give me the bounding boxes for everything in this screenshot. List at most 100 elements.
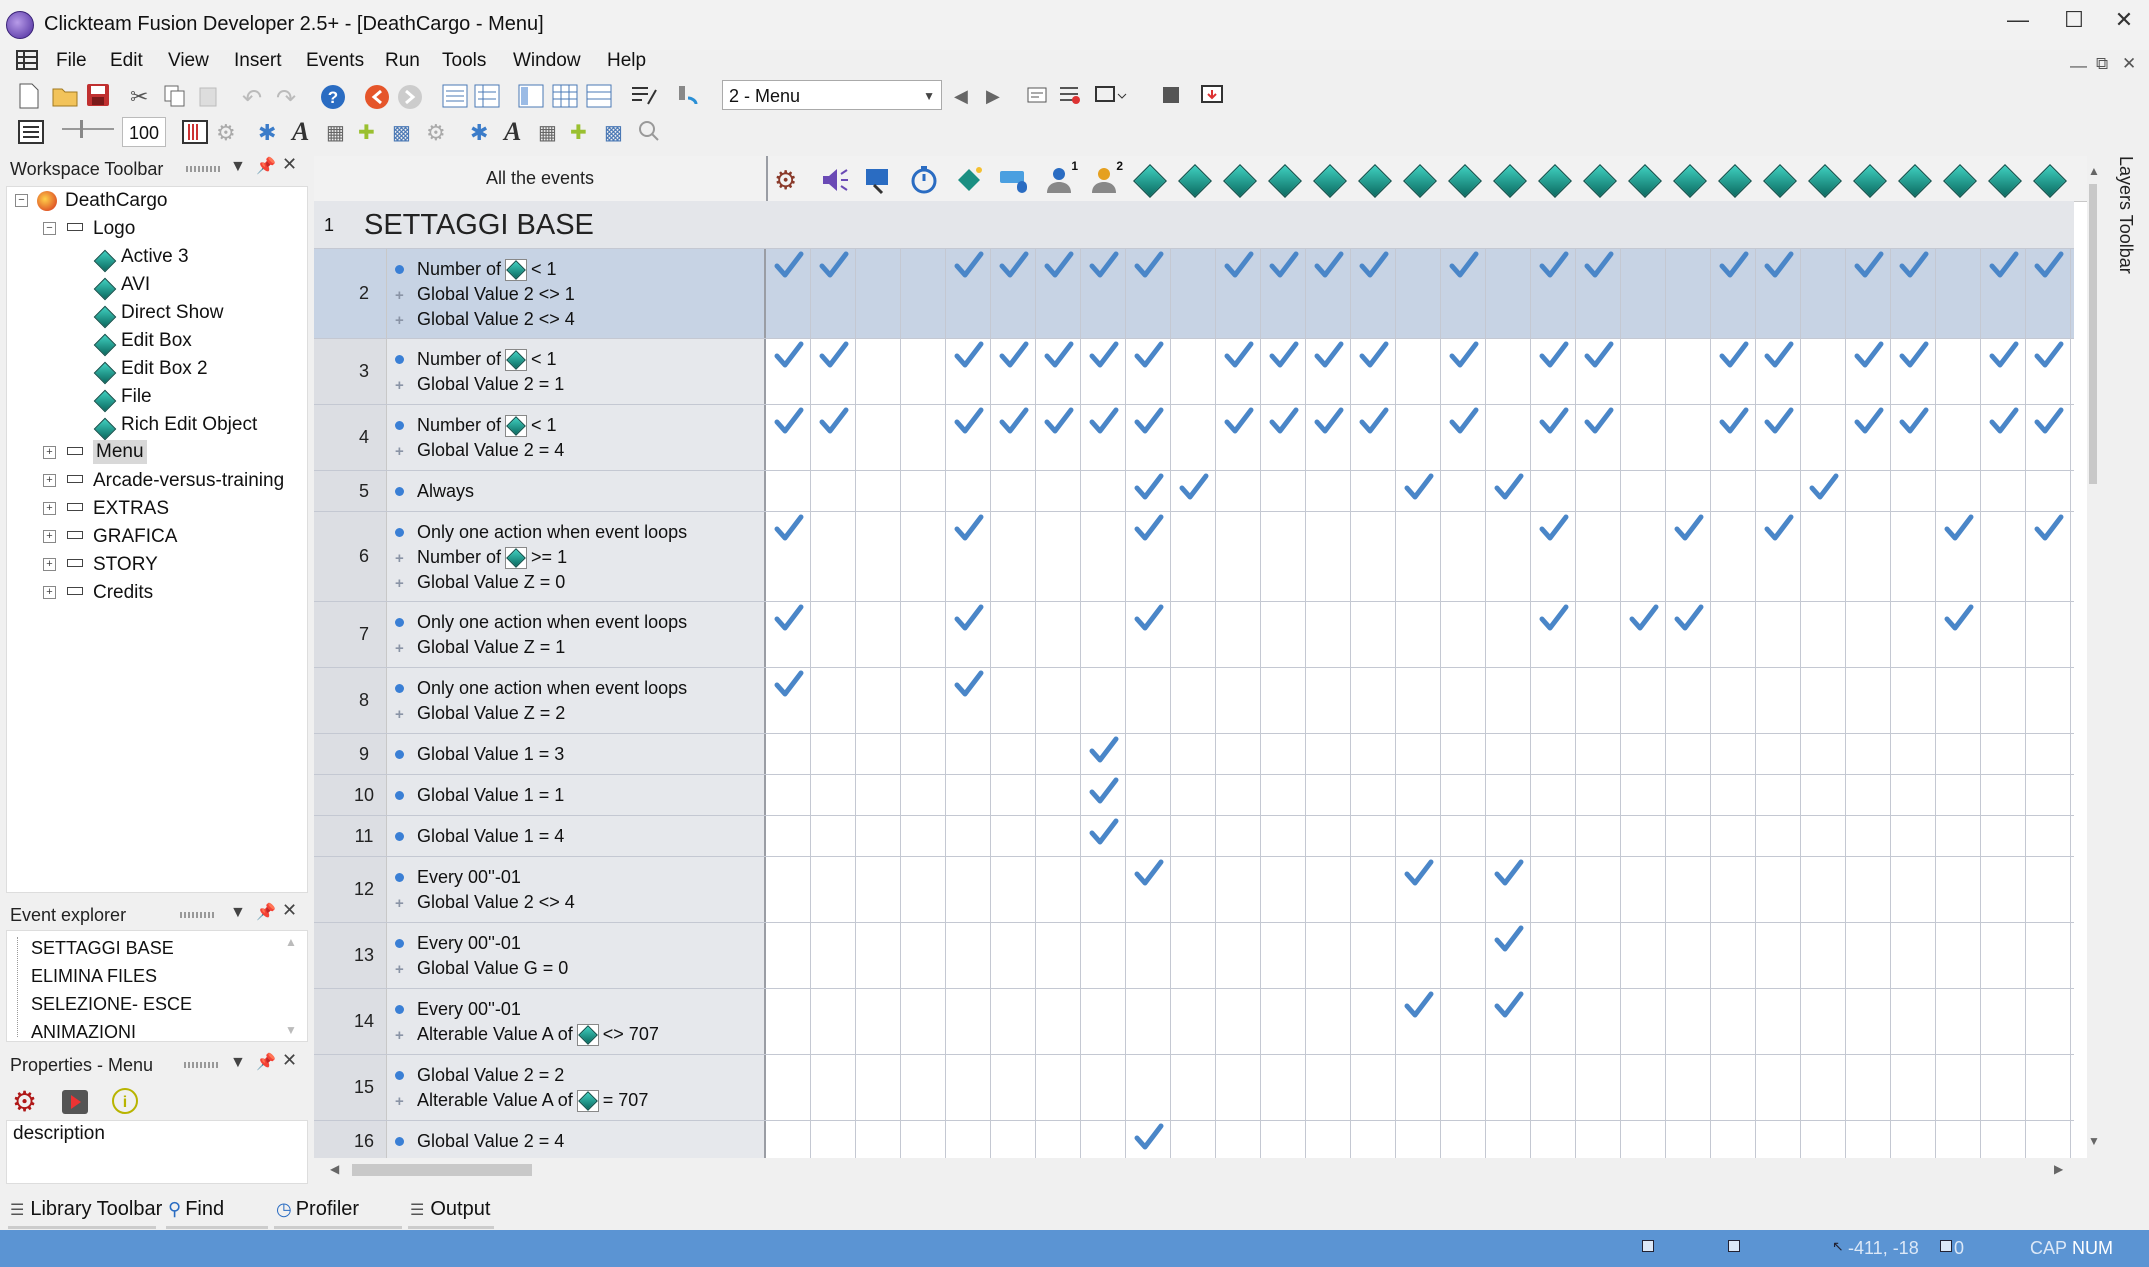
action-cell[interactable] [1261,775,1306,815]
action-cell[interactable] [1081,602,1126,667]
active-object-column-icon[interactable] [1493,164,1527,198]
active-object-column-icon[interactable] [1943,164,1977,198]
active-object-column-icon[interactable] [1178,164,1212,198]
action-cell[interactable] [1486,816,1531,856]
action-cell[interactable] [1846,923,1891,988]
action-cell[interactable] [1216,339,1261,404]
condition[interactable]: + Global Value 2 <> 4 [395,307,575,332]
condition[interactable]: Global Value 1 = 3 [395,742,564,767]
action-cell[interactable] [1396,989,1441,1054]
event-number[interactable]: 6 [314,512,386,601]
active-object-column-icon[interactable] [1673,164,1707,198]
action-cell[interactable] [1216,1121,1261,1158]
action-cell[interactable] [946,734,991,774]
action-cell[interactable] [1666,857,1711,922]
action-cell[interactable] [901,339,946,404]
menu-run[interactable]: Run [381,48,424,74]
action-cell[interactable] [2026,249,2071,338]
action-cell[interactable] [1756,857,1801,922]
menu-tools[interactable]: Tools [438,48,490,74]
action-cell[interactable] [1171,471,1216,511]
action-cell[interactable] [1711,405,1756,470]
action-cell[interactable] [1621,775,1666,815]
tree-object[interactable]: Edit Box 2 [121,356,208,382]
tree-frame[interactable]: STORY [93,552,158,578]
action-cell[interactable] [1396,857,1441,922]
action-cell[interactable] [1756,339,1801,404]
action-cell[interactable] [1531,471,1576,511]
action-cell[interactable] [1441,1121,1486,1158]
action-cell[interactable] [1441,989,1486,1054]
action-cell[interactable] [946,1055,991,1120]
condition[interactable]: Number of < 1 [395,413,557,438]
event-explorer-pin-icon[interactable]: 📌 [256,902,276,922]
action-cell[interactable] [766,405,811,470]
action-cell[interactable] [1531,923,1576,988]
workspace-close-icon[interactable]: ✕ [282,154,297,175]
action-cell[interactable] [811,816,856,856]
action-cell[interactable] [1576,405,1621,470]
action-cell[interactable] [1936,668,1981,733]
action-cell[interactable] [1396,512,1441,601]
action-cell[interactable] [1756,405,1801,470]
action-cell[interactable] [1711,249,1756,338]
action-cell[interactable] [1261,989,1306,1054]
event-row[interactable]: 6 Only one action when event loops + Number… [314,512,2074,602]
action-cell[interactable] [1981,989,2026,1054]
condition[interactable]: + Global Value 2 = 4 [395,438,564,463]
action-cell[interactable] [1081,816,1126,856]
action-cell[interactable] [1666,1055,1711,1120]
action-cell[interactable] [1576,734,1621,774]
action-cell[interactable] [1261,1055,1306,1120]
action-cell[interactable] [1486,857,1531,922]
action-cell[interactable] [1531,512,1576,601]
action-cell[interactable] [766,989,811,1054]
action-cell[interactable] [1891,602,1936,667]
open-folder-icon[interactable] [52,85,78,113]
action-cell[interactable] [1351,1121,1396,1158]
action-cell[interactable] [1846,734,1891,774]
condition[interactable]: + Alterable Value A of = 707 [395,1088,648,1113]
action-cell[interactable] [2026,1121,2071,1158]
action-cell[interactable] [1171,775,1216,815]
action-cell[interactable] [1036,989,1081,1054]
condition[interactable]: + Alterable Value A of <> 707 [395,1022,659,1047]
action-cell[interactable] [1171,923,1216,988]
action-cell[interactable] [1756,989,1801,1054]
action-cell[interactable] [1351,775,1396,815]
action-cell[interactable] [856,668,901,733]
action-cell[interactable] [1081,1121,1126,1158]
condition[interactable]: Always [395,479,474,504]
action-cell[interactable] [766,775,811,815]
action-cell[interactable] [1666,471,1711,511]
action-cell[interactable] [1531,249,1576,338]
action-cell[interactable] [1396,405,1441,470]
action-cell[interactable] [1396,1055,1441,1120]
action-cell[interactable] [1981,471,2026,511]
action-cell[interactable] [946,471,991,511]
action-cell[interactable] [1891,471,1936,511]
selection-icon[interactable] [1094,84,1128,112]
help-icon[interactable]: ? [320,84,346,116]
event-number[interactable]: 13 [314,923,386,988]
condition[interactable]: Number of < 1 [395,257,557,282]
active-object-column-icon[interactable] [1808,164,1842,198]
action-cell[interactable] [1036,775,1081,815]
active-object-column-icon[interactable] [1628,164,1662,198]
action-cell[interactable] [1441,405,1486,470]
action-cell[interactable] [946,405,991,470]
action-cell[interactable] [2026,1055,2071,1120]
grid-menu-icon[interactable] [16,50,38,70]
action-cell[interactable] [2026,857,2071,922]
action-cell[interactable] [1351,857,1396,922]
action-cell[interactable] [1846,405,1891,470]
grid-object2-icon[interactable]: ▩ [604,120,623,145]
edit-text-icon[interactable] [630,84,658,114]
action-cell[interactable] [1846,249,1891,338]
event-row[interactable]: 4 Number of < 1 + Global Value 2 = 4 [314,405,2074,471]
properties-close-icon[interactable]: ✕ [282,1050,297,1071]
action-cell[interactable] [946,602,991,667]
action-cell[interactable] [1351,816,1396,856]
active-object-column-icon[interactable] [1268,164,1302,198]
action-cell[interactable] [991,923,1036,988]
